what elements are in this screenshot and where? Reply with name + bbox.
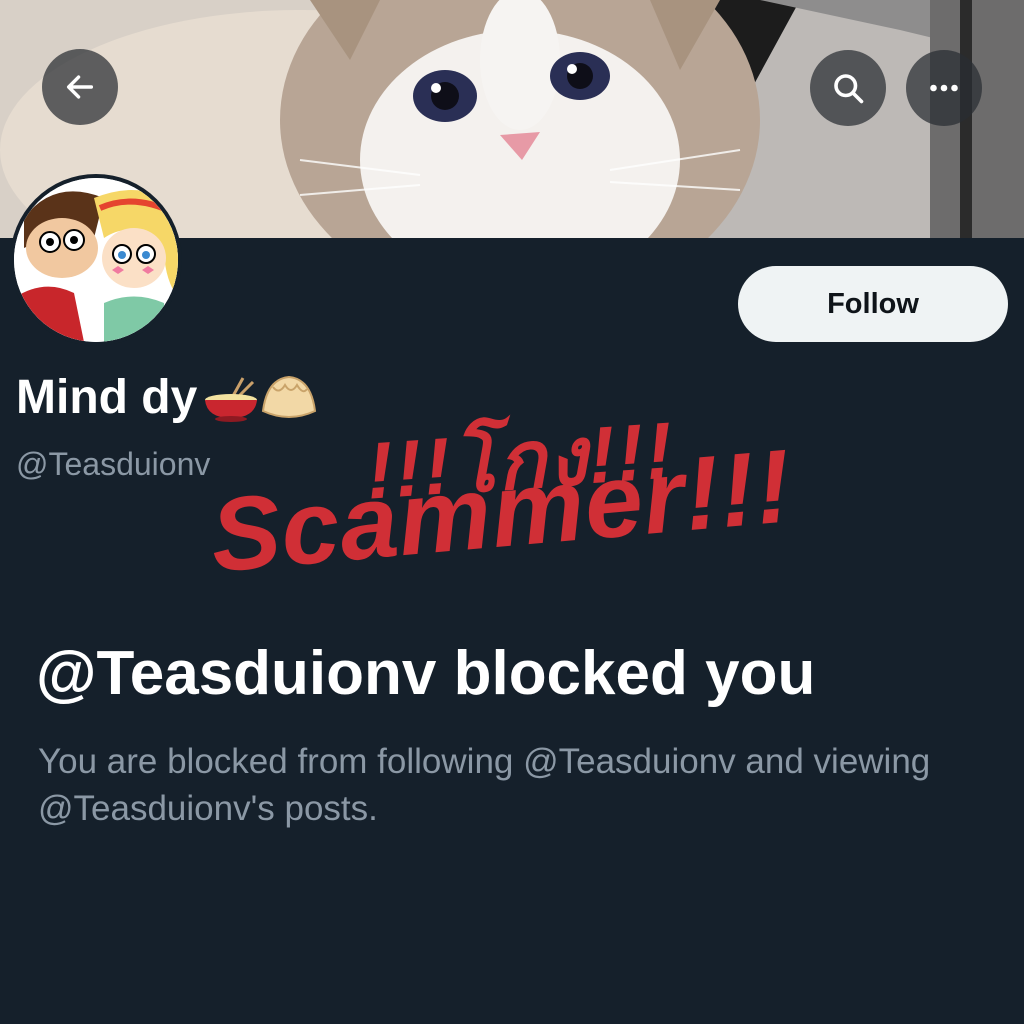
dumpling-icon	[262, 375, 317, 418]
search-button[interactable]	[810, 50, 886, 126]
blocked-description: You are blocked from following @Teasduio…	[38, 742, 931, 828]
overlay-scammer-warning: Scammer!!!	[206, 428, 797, 595]
blocked-title: @Teasduionv blocked you	[36, 639, 816, 708]
cartoon-avatar-image	[14, 178, 178, 342]
profile-page: Follow Mind dy @Teasduionv !!!โกง!!! Sca…	[0, 0, 1024, 1024]
follow-button[interactable]: Follow	[738, 266, 1008, 342]
profile-display-name: Mind dy	[16, 370, 319, 425]
fondue-pot-icon	[205, 376, 258, 422]
display-name-text: Mind dy	[16, 371, 198, 424]
back-button[interactable]	[42, 49, 118, 125]
arrow-left-icon	[66, 75, 94, 99]
more-horizontal-icon	[930, 84, 958, 92]
more-options-button[interactable]	[906, 50, 982, 126]
search-icon	[834, 74, 864, 104]
name-emojis	[203, 371, 319, 425]
profile-handle: @Teasduionv	[16, 446, 211, 482]
profile-avatar[interactable]	[10, 174, 182, 346]
